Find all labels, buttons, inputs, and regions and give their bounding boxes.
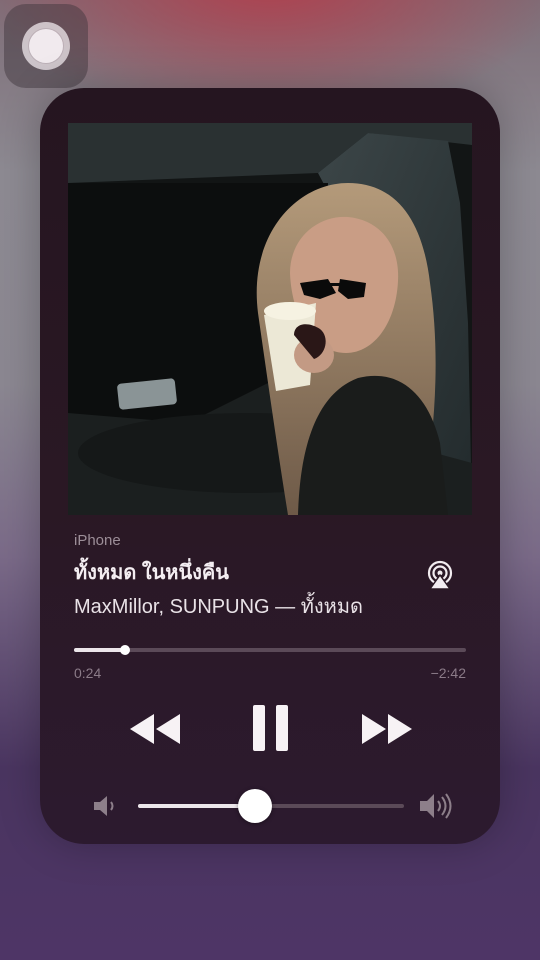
volume-slider[interactable] [138,789,404,823]
airplay-button[interactable] [424,560,456,592]
remaining-time: −2:42 [430,665,466,681]
fast-forward-icon [362,714,412,744]
airplay-audio-icon [427,560,453,590]
speaker-high-icon [420,793,452,819]
volume-low-icon-wrap [92,794,118,818]
playback-progress-bar[interactable] [74,645,466,655]
playback-scrubber-thumb[interactable] [119,645,130,655]
assistive-touch-icon-core [29,29,63,63]
pause-button[interactable] [252,704,290,752]
fast-forward-button[interactable] [360,712,414,746]
volume-high-icon-wrap [418,792,454,820]
track-title: ทั้งหมด ในหนึ่งคืน [74,562,229,584]
album-artwork[interactable] [68,123,472,515]
assistive-touch-button[interactable] [4,4,88,88]
track-artist-album: MaxMillor, SUNPUNG — ทั้งหมด [74,596,363,618]
rewind-icon [130,714,180,744]
volume-thumb[interactable] [238,789,273,823]
playback-progress-fill [74,648,125,652]
speaker-low-icon [94,796,114,816]
pause-icon [253,705,288,751]
playback-device-label: iPhone [74,532,121,549]
elapsed-time: 0:24 [74,665,102,681]
rewind-button[interactable] [128,712,182,746]
